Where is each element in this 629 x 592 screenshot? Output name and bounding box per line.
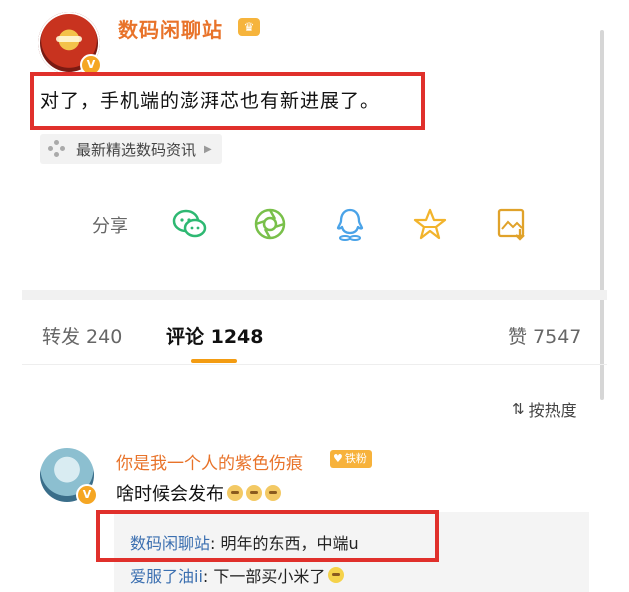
tab-repost[interactable]: 转发 240 — [42, 322, 122, 349]
section-divider — [22, 290, 607, 300]
tab-likes[interactable]: 赞 7547 — [508, 322, 581, 349]
sort-label: 按热度 — [528, 401, 577, 420]
moments-icon[interactable] — [252, 206, 288, 242]
reply-item[interactable]: 数码闲聊站 : 明年的东西，中端u — [130, 530, 359, 554]
doge-emoji-icon — [227, 485, 243, 501]
post-text: 对了，手机端的澎湃芯也有新进展了。 — [40, 90, 381, 112]
sort-icon: ⇅ — [512, 400, 525, 418]
reply-item[interactable]: 爱服了油ii : 下一部买小米了 — [130, 563, 345, 587]
comment-body: 啥时候会发布 — [116, 484, 224, 505]
laugh-emoji-icon — [328, 567, 345, 583]
reply-author[interactable]: 爱服了油ii — [130, 563, 203, 587]
wechat-icon[interactable] — [172, 206, 208, 242]
scrollbar[interactable] — [600, 30, 604, 400]
reply-text: : 明年的东西，中端u — [210, 534, 359, 553]
doge-emoji-icon — [246, 485, 262, 501]
commenter-name[interactable]: 你是我一个人的紫色伤痕 — [116, 449, 303, 474]
chevron-right-icon: ▶ — [204, 143, 212, 155]
tab-divider — [22, 364, 607, 365]
active-tab-indicator — [191, 359, 237, 363]
reply-author[interactable]: 数码闲聊站 — [130, 530, 210, 554]
verified-badge-icon: V — [76, 484, 98, 506]
author-name[interactable]: 数码闲聊站 — [118, 14, 223, 43]
reply-text: : 下一部买小米了 — [202, 567, 326, 586]
sort-button[interactable]: ⇅ 按热度 — [512, 397, 577, 421]
save-image-icon[interactable] — [494, 206, 530, 242]
share-label: 分享 — [92, 216, 128, 237]
heart-icon: ♥ — [333, 452, 343, 465]
topic-label: 最新精选数码资讯 — [76, 140, 197, 159]
avatar-mask-detail — [56, 36, 82, 42]
fan-badge: ♥ 铁粉 — [330, 450, 372, 468]
qzone-icon[interactable] — [412, 206, 448, 242]
comment-text: 啥时候会发布 — [116, 480, 281, 506]
fan-badge-label: 铁粉 — [344, 452, 367, 465]
topic-chip[interactable]: 最新精选数码资讯 ▶ — [40, 134, 222, 164]
tab-comments[interactable]: 评论 1248 — [166, 322, 264, 349]
qq-icon[interactable] — [332, 206, 368, 242]
sparkle-icon — [48, 140, 66, 158]
vip-crown-icon: ♛ — [238, 18, 260, 36]
doge-emoji-icon — [265, 485, 281, 501]
